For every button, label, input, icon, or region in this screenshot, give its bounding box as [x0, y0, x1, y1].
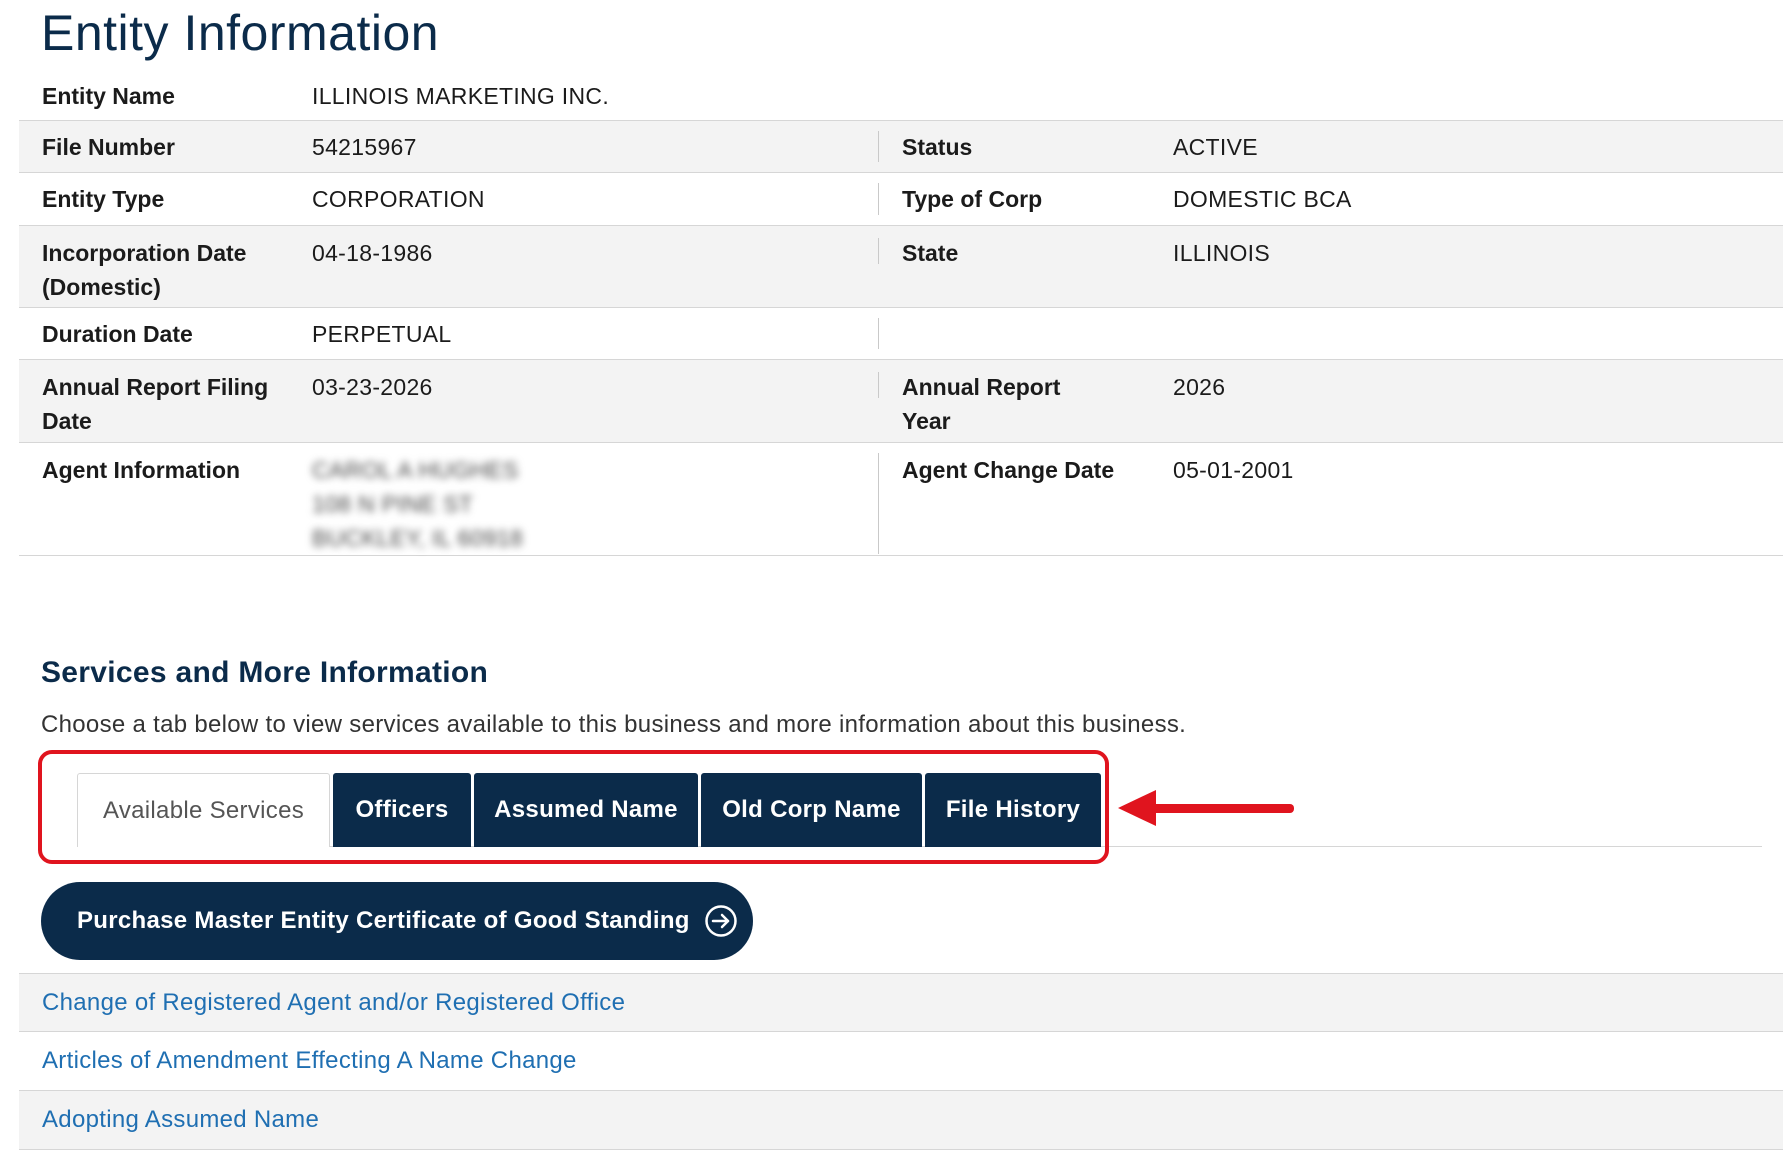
- annual-report-filing-date-value: 03-23-2026: [312, 374, 433, 400]
- services-description: Choose a tab below to view services avai…: [41, 711, 1187, 738]
- column-divider: [878, 318, 879, 349]
- link-change-registered-agent[interactable]: Change of Registered Agent and/or Regist…: [42, 989, 625, 1017]
- incorporation-date-label-line1: Incorporation Date: [42, 240, 247, 266]
- entity-type-value: CORPORATION: [312, 186, 485, 212]
- agent-information-value: CAROL A HUGHES 108 N PINE ST BUCKLEY, IL…: [312, 453, 878, 555]
- file-number-label: File Number: [42, 133, 175, 160]
- entity-name-label: Entity Name: [42, 83, 175, 109]
- link-articles-of-amendment[interactable]: Articles of Amendment Effecting A Name C…: [42, 1047, 577, 1075]
- page-title: Entity Information: [41, 5, 440, 61]
- circle-arrow-right-icon: [704, 904, 738, 938]
- annual-report-filing-date-label: Annual Report Filing Date: [19, 370, 312, 438]
- row-entity-type: Entity Type CORPORATION Type of Corp DOM…: [19, 173, 1783, 226]
- state-label: State: [902, 240, 959, 266]
- type-of-corp-label: Type of Corp: [902, 186, 1043, 212]
- incorporation-date-label: Incorporation Date (Domestic): [19, 236, 312, 304]
- incorporation-date-value: 04-18-1986: [312, 240, 433, 266]
- row-file-number: File Number 54215967 Status ACTIVE: [19, 121, 1783, 173]
- list-item: Adopting Assumed Name: [19, 1091, 1783, 1150]
- entity-name-value: ILLINOIS MARKETING INC.: [312, 83, 610, 109]
- purchase-certificate-button[interactable]: Purchase Master Entity Certificate of Go…: [41, 882, 753, 960]
- agent-city: BUCKLEY, IL 60918: [312, 525, 523, 551]
- row-duration-date: Duration Date PERPETUAL: [19, 308, 1783, 360]
- link-adopting-assumed-name[interactable]: Adopting Assumed Name: [42, 1106, 319, 1134]
- incorporation-date-label-line2: (Domestic): [42, 274, 161, 300]
- annual-report-filing-label-line2: Date: [42, 408, 92, 434]
- agent-information-label: Agent Information: [42, 457, 241, 483]
- status-label: Status: [902, 133, 973, 160]
- agent-change-date-label: Agent Change Date: [902, 457, 1115, 483]
- services-links: Change of Registered Agent and/or Regist…: [19, 973, 1783, 1150]
- annual-report-year-value: 2026: [1173, 374, 1226, 400]
- row-annual-report: Annual Report Filing Date 03-23-2026 Ann…: [19, 360, 1783, 443]
- agent-name: CAROL A HUGHES: [312, 457, 519, 483]
- purchase-certificate-label: Purchase Master Entity Certificate of Go…: [77, 907, 690, 934]
- services-section-title: Services and More Information: [41, 656, 489, 689]
- annual-report-year-label-line2: Year: [902, 408, 951, 434]
- status-value: ACTIVE: [1173, 133, 1258, 160]
- duration-date-value: PERPETUAL: [312, 320, 452, 347]
- annual-report-year-label: Annual Report Year: [879, 370, 1173, 438]
- list-item: Articles of Amendment Effecting A Name C…: [19, 1032, 1783, 1091]
- entity-info-table: Entity Name ILLINOIS MARKETING INC. File…: [19, 79, 1783, 556]
- row-entity-name: Entity Name ILLINOIS MARKETING INC.: [19, 79, 1783, 121]
- agent-change-date-value: 05-01-2001: [1173, 457, 1294, 483]
- list-item: Change of Registered Agent and/or Regist…: [19, 973, 1783, 1032]
- type-of-corp-value: DOMESTIC BCA: [1173, 186, 1352, 212]
- duration-date-label: Duration Date: [42, 320, 193, 347]
- row-agent-information: Agent Information CAROL A HUGHES 108 N P…: [19, 443, 1783, 556]
- annual-report-filing-label-line1: Annual Report Filing: [42, 374, 269, 400]
- row-incorporation-date: Incorporation Date (Domestic) 04-18-1986…: [19, 226, 1783, 308]
- annual-report-year-label-line1: Annual Report: [902, 374, 1061, 400]
- agent-street: 108 N PINE ST: [312, 491, 474, 517]
- file-number-value: 54215967: [312, 133, 417, 160]
- state-value: ILLINOIS: [1173, 240, 1270, 266]
- red-arrow-left-icon: [1118, 790, 1294, 826]
- entity-type-label: Entity Type: [42, 186, 165, 212]
- tabs-highlight-box: [38, 750, 1109, 864]
